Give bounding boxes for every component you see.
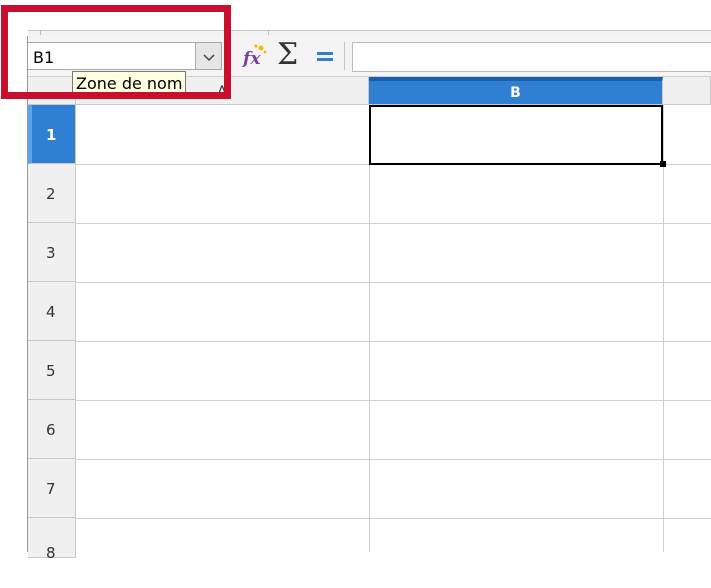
function-wizard-icon[interactable]: fx <box>242 42 268 70</box>
row-gridline <box>76 223 711 224</box>
name-box-highlight-frame <box>1 5 231 99</box>
column-gridline <box>369 105 370 552</box>
autofill-handle[interactable] <box>660 161 666 167</box>
row-header-6[interactable]: 6 <box>28 400 76 459</box>
row-header-7[interactable]: 7 <box>28 459 76 518</box>
row-gridline <box>76 518 711 519</box>
row-header-3[interactable]: 3 <box>28 223 76 282</box>
row-header-5[interactable]: 5 <box>28 341 76 400</box>
column-gridline <box>663 105 664 552</box>
svg-text:fx: fx <box>242 49 261 69</box>
formula-input[interactable] <box>352 42 711 72</box>
left-margin <box>0 36 28 552</box>
row-header-4[interactable]: 4 <box>28 282 76 341</box>
sum-icon[interactable]: Σ <box>277 38 298 72</box>
toolbar-tick <box>268 30 269 35</box>
row-gridline <box>76 459 711 460</box>
cell-a1[interactable] <box>76 105 369 164</box>
row-header-2[interactable]: 2 <box>28 164 76 223</box>
row-gridline <box>76 400 711 401</box>
formula-icon[interactable] <box>314 44 336 68</box>
row-gridline <box>76 341 711 342</box>
row-header-1[interactable]: 1 <box>28 105 76 164</box>
row-header-8[interactable]: 8 <box>28 518 76 562</box>
column-header-b[interactable]: B <box>369 77 663 105</box>
column-header-c[interactable] <box>663 77 711 105</box>
toolbar-divider <box>344 42 345 70</box>
cell-b1-selected[interactable] <box>369 105 663 165</box>
row-gridline <box>76 282 711 283</box>
